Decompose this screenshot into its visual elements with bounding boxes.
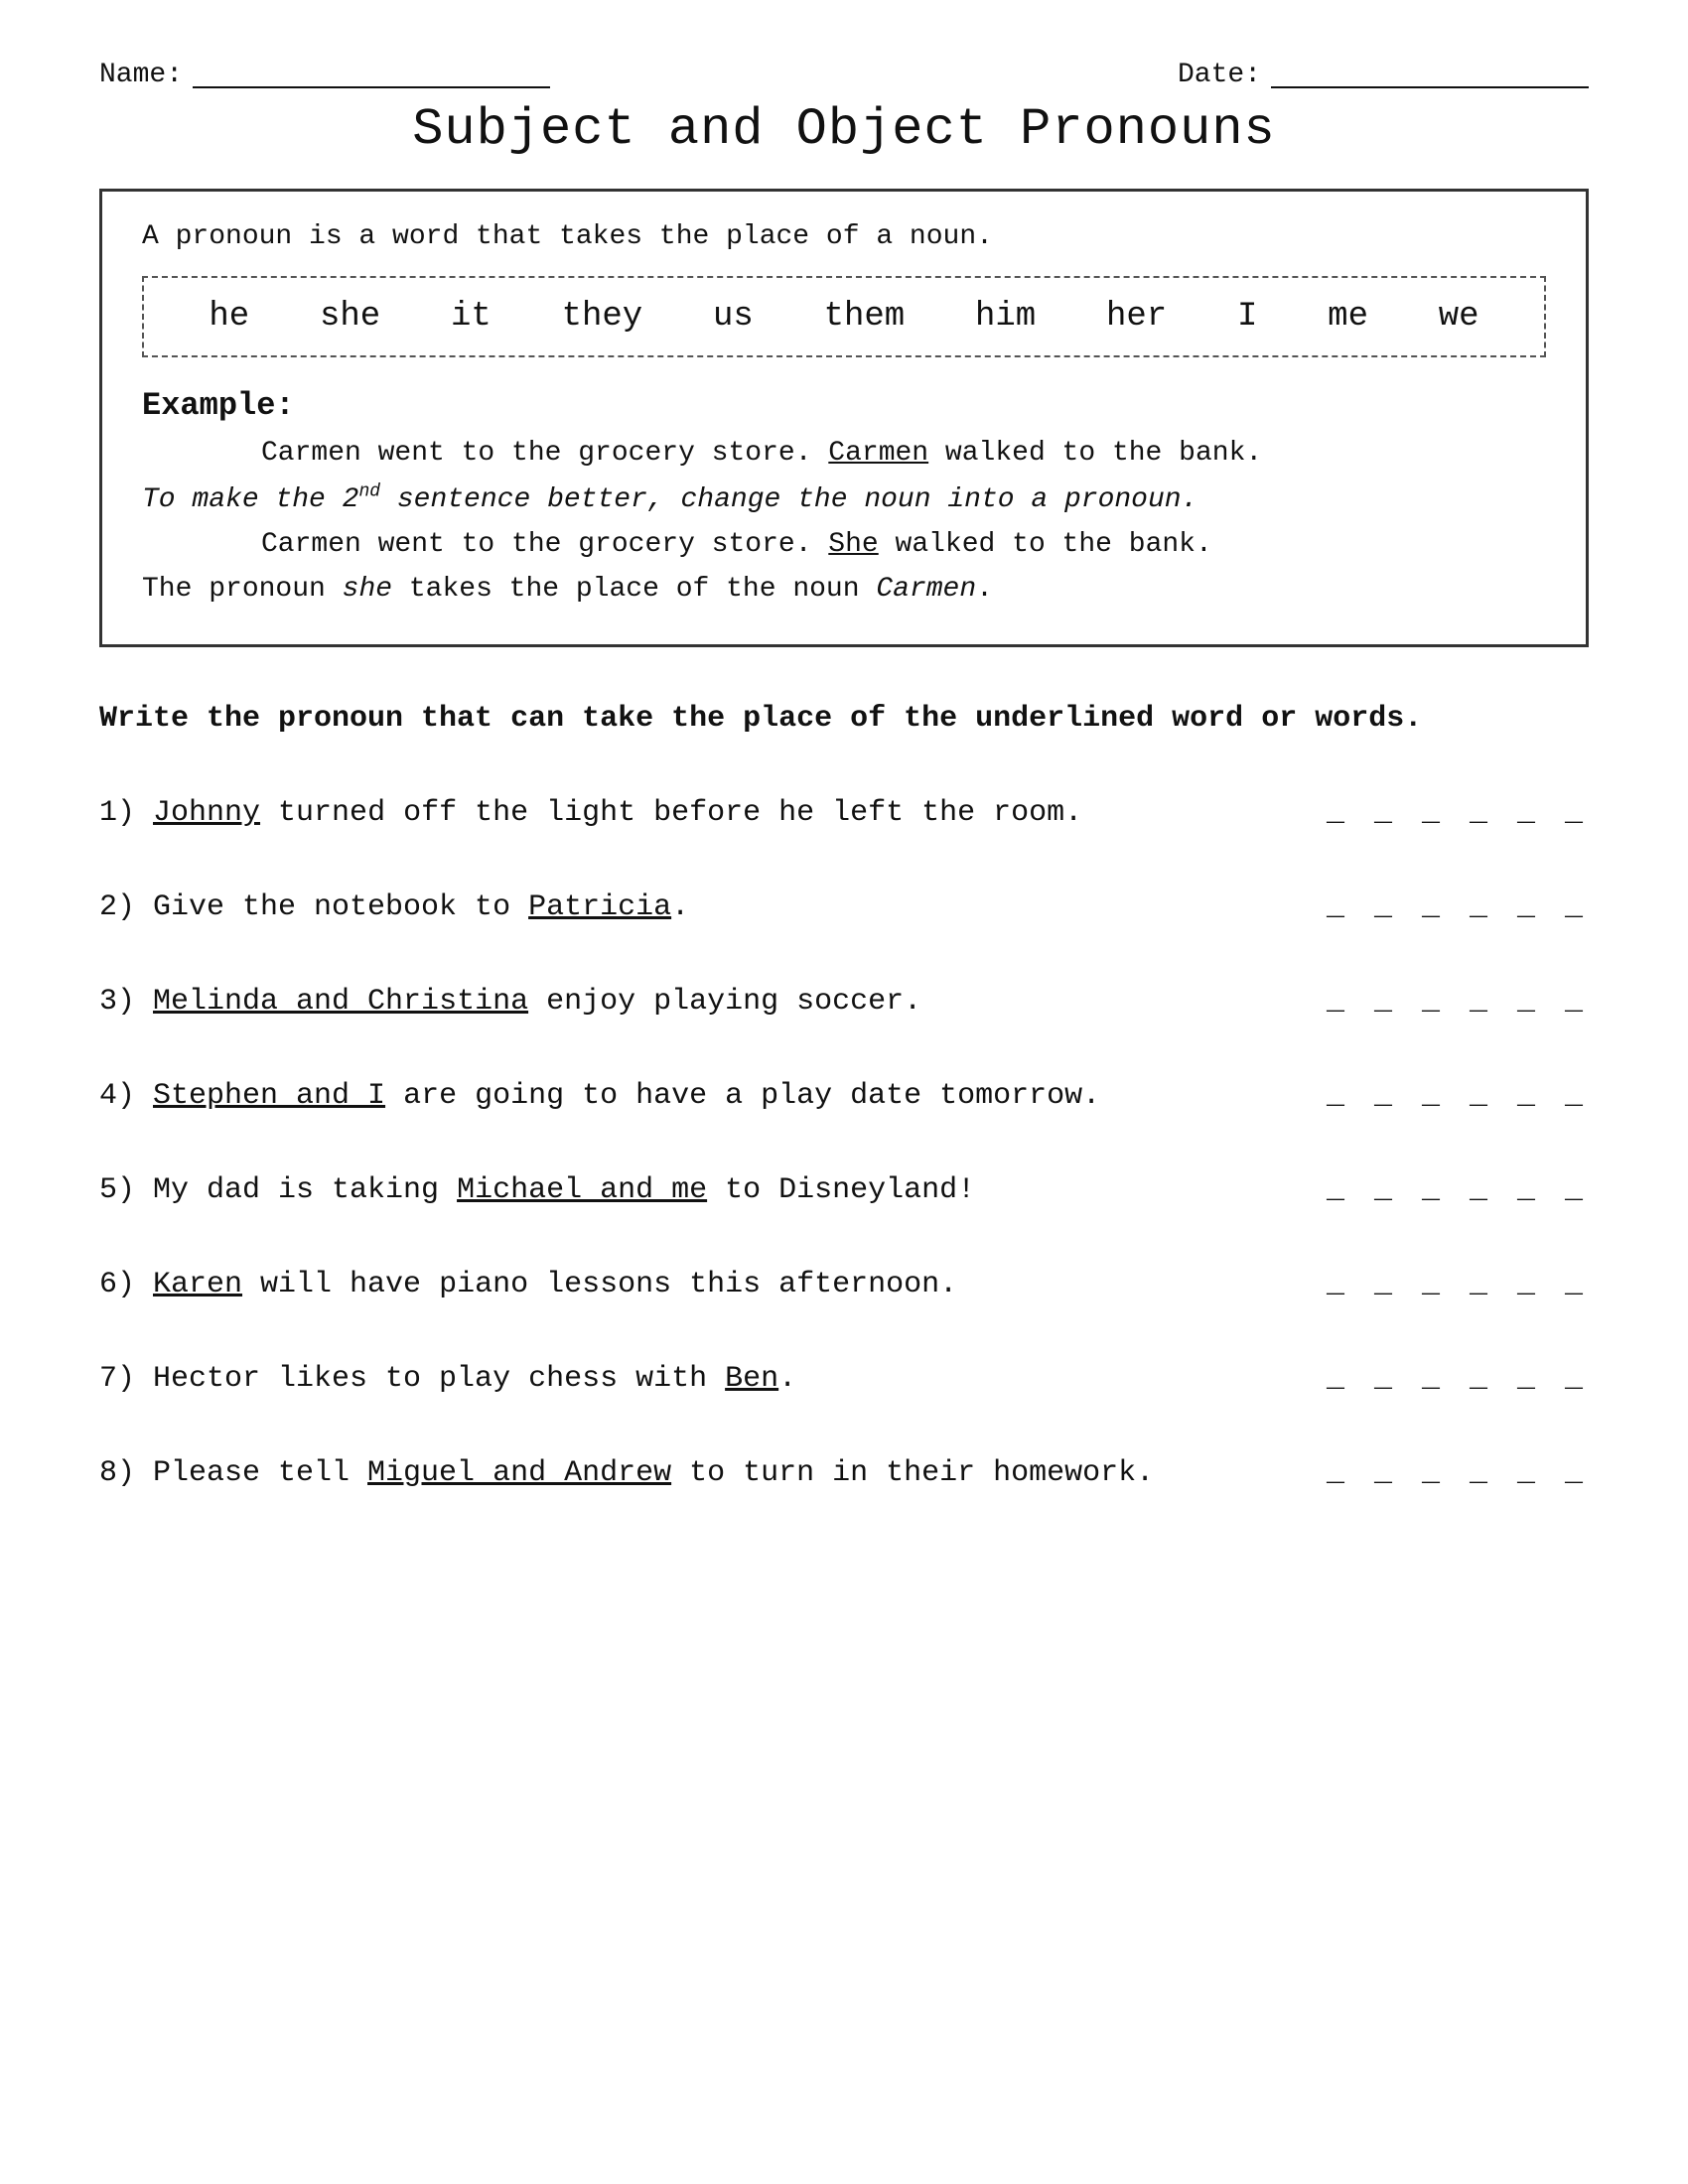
answer-blank-3: _ _ _ _ _ _ — [1327, 980, 1589, 1024]
example-label: Example: — [142, 387, 1546, 424]
definition-text: A pronoun is a word that takes the place… — [142, 221, 1546, 252]
header: Name: Date: — [99, 60, 1589, 90]
pronoun-them: them — [824, 298, 906, 336]
question-7-underline: Ben — [725, 1362, 778, 1396]
question-text-4: 4) Stephen and I are going to have a pla… — [99, 1074, 1287, 1119]
info-box: A pronoun is a word that takes the place… — [99, 189, 1589, 647]
question-text-6: 6) Karen will have piano lessons this af… — [99, 1263, 1287, 1307]
pronoun-they: they — [562, 298, 643, 336]
question-item: 1) Johnny turned off the light before he… — [99, 791, 1589, 836]
pronoun-box: he she it they us them him her I me we — [142, 276, 1546, 357]
answer-blank-2: _ _ _ _ _ _ — [1327, 886, 1589, 930]
question-text-7: 7) Hector likes to play chess with Ben. — [99, 1357, 1287, 1402]
pronoun-him: him — [975, 298, 1036, 336]
name-label: Name: — [99, 60, 183, 90]
name-line — [193, 86, 550, 88]
pronoun-I: I — [1237, 298, 1257, 336]
question-text-5: 5) My dad is taking Michael and me to Di… — [99, 1168, 1287, 1213]
instructions: Write the pronoun that can take the plac… — [99, 697, 1589, 742]
page-title: Subject and Object Pronouns — [99, 100, 1589, 159]
answer-blank-5: _ _ _ _ _ _ — [1327, 1168, 1589, 1213]
question-item: 6) Karen will have piano lessons this af… — [99, 1263, 1589, 1307]
date-field: Date: — [1178, 60, 1589, 90]
question-5-underline: Michael and me — [457, 1173, 707, 1207]
question-1-underline: Johnny — [153, 796, 260, 830]
answer-blank-4: _ _ _ _ _ _ — [1327, 1074, 1589, 1119]
question-item: 3) Melinda and Christina enjoy playing s… — [99, 980, 1589, 1024]
pronoun-it: it — [451, 298, 492, 336]
pronoun-he: he — [209, 298, 249, 336]
question-6-underline: Karen — [153, 1268, 242, 1301]
question-2-underline: Patricia — [528, 890, 671, 924]
question-3-underline: Melinda and Christina — [153, 985, 528, 1019]
answer-blank-1: _ _ _ _ _ _ — [1327, 791, 1589, 836]
questions-list: 1) Johnny turned off the light before he… — [99, 791, 1589, 1496]
question-text-2: 2) Give the notebook to Patricia. — [99, 886, 1287, 930]
pronoun-we: we — [1439, 298, 1479, 336]
answer-blank-7: _ _ _ _ _ _ — [1327, 1357, 1589, 1402]
question-text-8: 8) Please tell Miguel and Andrew to turn… — [99, 1451, 1287, 1496]
pronoun-she: she — [320, 298, 380, 336]
date-line — [1271, 86, 1589, 88]
example-underline-she: She — [828, 529, 878, 560]
question-item: 8) Please tell Miguel and Andrew to turn… — [99, 1451, 1589, 1496]
explanation-noun: Carmen — [876, 574, 976, 605]
question-8-underline: Miguel and Andrew — [367, 1456, 671, 1490]
question-item: 5) My dad is taking Michael and me to Di… — [99, 1168, 1589, 1213]
example-underline-carmen: Carmen — [828, 438, 928, 469]
explanation-pronoun: she — [343, 574, 392, 605]
date-label: Date: — [1178, 60, 1261, 90]
question-item: 4) Stephen and I are going to have a pla… — [99, 1074, 1589, 1119]
question-item: 7) Hector likes to play chess with Ben. … — [99, 1357, 1589, 1402]
pronoun-explanation: The pronoun she takes the place of the n… — [142, 574, 1546, 605]
pronoun-us: us — [713, 298, 754, 336]
italic-instruction: To make the 2nd sentence better, change … — [142, 482, 1546, 515]
question-text-3: 3) Melinda and Christina enjoy playing s… — [99, 980, 1287, 1024]
name-field: Name: — [99, 60, 550, 90]
answer-blank-6: _ _ _ _ _ _ — [1327, 1263, 1589, 1307]
answer-blank-8: _ _ _ _ _ _ — [1327, 1451, 1589, 1496]
question-item: 2) Give the notebook to Patricia. _ _ _ … — [99, 886, 1589, 930]
pronoun-me: me — [1328, 298, 1368, 336]
question-4-underline: Stephen and I — [153, 1079, 385, 1113]
pronoun-her: her — [1106, 298, 1167, 336]
example-sentence-1: Carmen went to the grocery store. Carmen… — [261, 438, 1546, 469]
example-sentence-2: Carmen went to the grocery store. She wa… — [261, 529, 1546, 560]
question-text-1: 1) Johnny turned off the light before he… — [99, 791, 1287, 836]
